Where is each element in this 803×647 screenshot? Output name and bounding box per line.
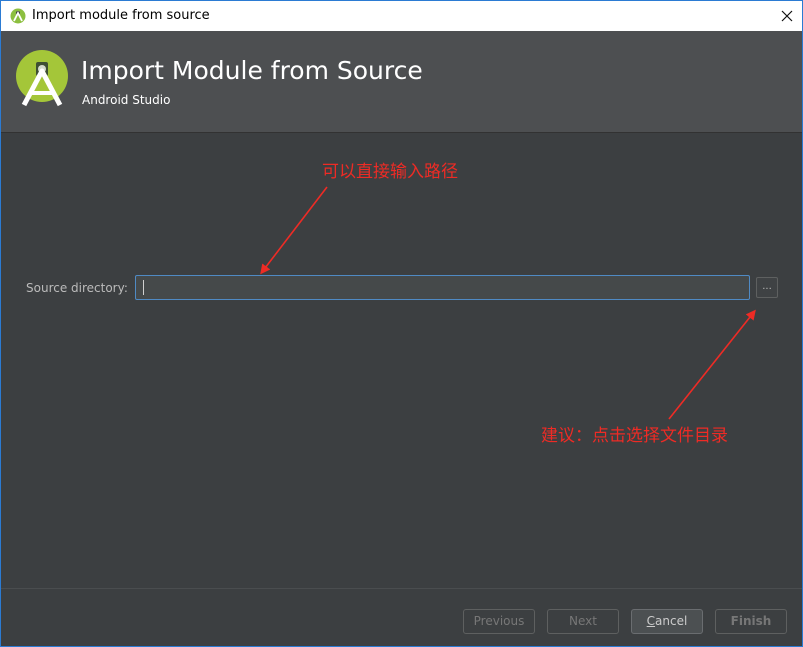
close-button[interactable] [772,1,802,31]
arrow-to-browse [668,309,756,420]
previous-button[interactable]: Previous [463,609,535,634]
wizard-header: Import Module from Source Android Studio [1,31,802,133]
source-directory-input[interactable] [135,275,750,300]
arrow-to-input [260,186,328,275]
annotation-browse-hint: 建议：点击选择文件目录 [541,426,728,446]
header-title: Import Module from Source [81,56,423,85]
next-button[interactable]: Next [547,609,619,634]
cancel-button[interactable]: Cancel [631,609,703,634]
browse-button[interactable]: ... [756,277,778,298]
close-icon [781,10,793,22]
cancel-mnemonic: C [646,614,656,628]
finish-button[interactable]: Finish [715,609,787,634]
import-module-dialog: Import module from source Import Module … [0,0,803,647]
android-studio-logo [16,50,68,107]
ellipsis-icon: ... [762,281,772,292]
source-directory-label: Source directory: [26,281,128,295]
text-caret [143,280,144,295]
window-title: Import module from source [32,8,210,23]
annotation-input-hint: 可以直接输入路径 [322,162,458,182]
title-bar: Import module from source [1,1,802,31]
cancel-label: ancel [655,614,688,628]
android-studio-icon [10,8,26,24]
footer-divider [1,588,802,589]
header-subtitle: Android Studio [82,93,171,107]
